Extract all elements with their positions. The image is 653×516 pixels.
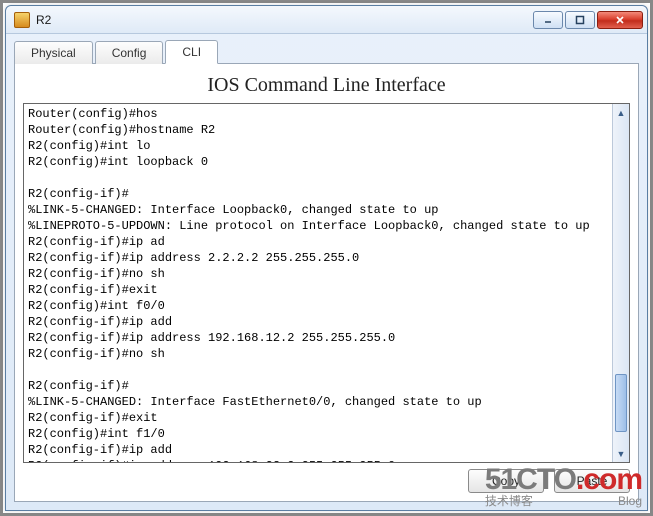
copy-button[interactable]: Copy bbox=[468, 469, 544, 493]
window-title: R2 bbox=[36, 13, 531, 27]
tab-cli[interactable]: CLI bbox=[165, 40, 218, 64]
scroll-thumb[interactable] bbox=[615, 374, 627, 432]
tabstrip: Physical Config CLI bbox=[14, 38, 639, 64]
scroll-track[interactable] bbox=[613, 121, 629, 445]
scroll-down-icon[interactable]: ▼ bbox=[613, 445, 629, 462]
window-controls bbox=[531, 11, 643, 29]
client-area: Physical Config CLI IOS Command Line Int… bbox=[6, 34, 647, 510]
scroll-up-icon[interactable]: ▲ bbox=[613, 104, 629, 121]
close-button[interactable] bbox=[597, 11, 643, 29]
scrollbar[interactable]: ▲ ▼ bbox=[612, 104, 629, 462]
tab-config[interactable]: Config bbox=[95, 41, 164, 64]
terminal-output[interactable]: Router(config)#hos Router(config)#hostna… bbox=[24, 104, 612, 462]
button-row: Copy Paste bbox=[23, 469, 630, 493]
tab-physical[interactable]: Physical bbox=[14, 41, 93, 64]
minimize-button[interactable] bbox=[533, 11, 563, 29]
app-icon bbox=[14, 12, 30, 28]
paste-button[interactable]: Paste bbox=[554, 469, 630, 493]
terminal-container: Router(config)#hos Router(config)#hostna… bbox=[23, 103, 630, 463]
panel-title: IOS Command Line Interface bbox=[23, 74, 630, 97]
cli-panel: IOS Command Line Interface Router(config… bbox=[14, 64, 639, 502]
titlebar[interactable]: R2 bbox=[6, 6, 647, 34]
maximize-button[interactable] bbox=[565, 11, 595, 29]
app-window: R2 Physical Config CLI IOS Command Line … bbox=[5, 5, 648, 511]
